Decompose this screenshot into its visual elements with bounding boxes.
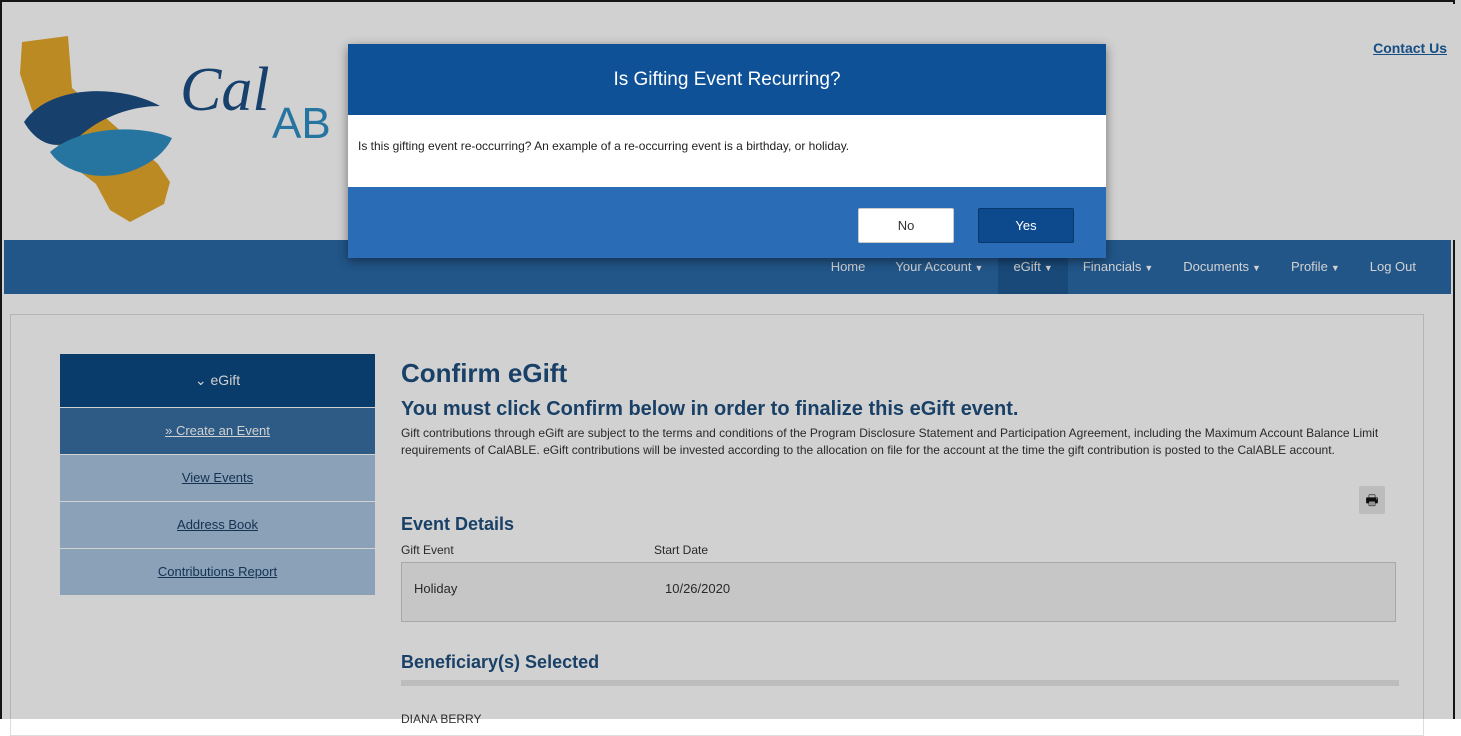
yes-button[interactable]: Yes: [978, 208, 1074, 243]
dialog-title: Is Gifting Event Recurring?: [613, 69, 841, 90]
dialog-footer: No Yes: [348, 187, 1106, 258]
recurring-event-dialog: Is Gifting Event Recurring? Is this gift…: [348, 44, 1106, 258]
dialog-body: Is this gifting event re-occurring? An e…: [348, 115, 1106, 187]
dialog-message: Is this gifting event re-occurring? An e…: [358, 139, 850, 153]
no-button[interactable]: No: [858, 208, 954, 243]
